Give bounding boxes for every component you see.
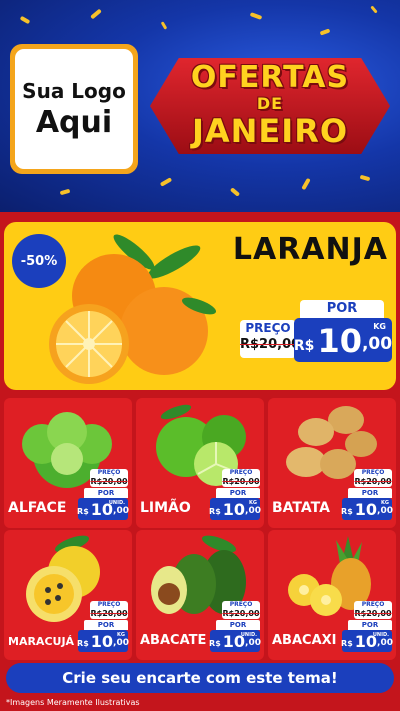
- confetti: [59, 188, 71, 196]
- confetti: [249, 12, 263, 20]
- price-decimal: ,00: [377, 638, 393, 648]
- preco-label: PREÇO: [245, 321, 291, 335]
- old-price-tag: PREÇO R$20,00: [90, 469, 128, 487]
- offer-title-badge: OFERTAS DE JANEIRO: [150, 52, 390, 162]
- logo-text-line1: Sua Logo: [22, 78, 126, 103]
- preco-label: PREÇO: [229, 469, 253, 476]
- price-unit: UNID.: [108, 500, 125, 506]
- title-line2: DE: [256, 94, 284, 113]
- product-card-maracuja[interactable]: MARACUJÁ PREÇO R$20,00 POR R$ 10 ,00 KG: [4, 530, 132, 660]
- price-unit: UNID.: [240, 632, 257, 638]
- price-integer: 10: [222, 500, 246, 519]
- price-unit: UNID.: [372, 632, 389, 638]
- price-decimal: ,00: [245, 506, 261, 516]
- old-price-tag: PREÇO R$20,00: [354, 469, 392, 487]
- confetti: [359, 174, 371, 182]
- price-integer: 10: [317, 322, 362, 360]
- old-price: R$20,00: [354, 609, 392, 618]
- por-label: POR: [84, 620, 128, 630]
- title-line3: JANEIRO: [191, 112, 349, 150]
- title-line1: OFERTAS: [190, 60, 350, 95]
- confetti: [229, 187, 241, 197]
- product-name: ABACAXI: [272, 633, 337, 648]
- preco-label: PREÇO: [97, 601, 121, 608]
- price-unit: KG: [249, 500, 257, 506]
- orange-image: [49, 234, 217, 384]
- confetti: [19, 15, 31, 25]
- price-decimal: ,00: [361, 334, 393, 354]
- price-decimal: ,00: [245, 638, 261, 648]
- new-price-tag: R$ 10 ,00 KG: [77, 630, 129, 652]
- old-price: R$20,00: [354, 477, 392, 486]
- product-name: BATATA: [272, 500, 330, 516]
- confetti: [90, 8, 102, 20]
- confetti: [159, 177, 173, 187]
- price-unit: KG: [373, 322, 386, 331]
- por-label: POR: [84, 488, 128, 498]
- product-card-alface[interactable]: ALFACE PREÇO R$20,00 POR R$ 10 ,00 UNID.: [4, 398, 132, 528]
- currency: R$: [293, 338, 315, 354]
- currency: R$: [209, 507, 221, 516]
- old-price-tag: PREÇO R$20,00: [222, 469, 260, 487]
- header-banner: Sua Logo Aqui OFERTAS DE JANEIRO: [0, 0, 400, 212]
- old-price: R$20,00: [222, 477, 260, 486]
- new-price-tag: R$ 10 ,00 KG: [341, 498, 393, 520]
- confetti: [319, 28, 331, 36]
- confetti: [301, 177, 311, 191]
- currency: R$: [77, 639, 89, 648]
- disclaimer-text: *Imagens Meramente Ilustrativas: [6, 698, 140, 707]
- por-label: POR: [348, 488, 392, 498]
- old-price-tag: PREÇO R$20,00: [354, 601, 392, 619]
- product-card-batata[interactable]: BATATA PREÇO R$20,00 POR R$ 10 ,00 KG: [268, 398, 396, 528]
- old-price: R$20,00: [222, 609, 260, 618]
- product-name: ALFACE: [8, 500, 67, 516]
- price-integer: 10: [90, 632, 114, 651]
- old-price-tag: PREÇO R$20,00: [90, 601, 128, 619]
- price-decimal: ,00: [377, 506, 393, 516]
- new-price-tag: R$ 10 ,00 UNID.: [77, 498, 129, 520]
- currency: R$: [341, 639, 353, 648]
- price-unit: KG: [117, 632, 125, 638]
- product-card-limao[interactable]: LIMÃO PREÇO R$20,00 POR R$ 10 ,00 KG: [136, 398, 264, 528]
- new-price-tag: R$ 10 ,00 KG: [294, 318, 392, 362]
- currency: R$: [341, 507, 353, 516]
- preco-label: PREÇO: [229, 601, 253, 608]
- preco-label: PREÇO: [361, 469, 385, 476]
- por-label: POR: [216, 620, 260, 630]
- product-card-abacate[interactable]: ABACATE PREÇO R$20,00 POR R$ 10 ,00 UNID…: [136, 530, 264, 660]
- logo-placeholder[interactable]: Sua Logo Aqui: [10, 44, 138, 174]
- price-integer: 10: [354, 500, 378, 519]
- old-price-tag: PREÇO R$20,00: [222, 601, 260, 619]
- new-price-tag: R$ 10 ,00 UNID.: [341, 630, 393, 652]
- create-flyer-button[interactable]: Crie seu encarte com este tema!: [6, 663, 394, 693]
- product-name: ABACATE: [140, 633, 207, 648]
- por-label: POR: [216, 488, 260, 498]
- price-decimal: ,00: [113, 638, 129, 648]
- featured-product-card[interactable]: -50% LARANJA POR PREÇO R$20,00 R$ 10 ,00…: [4, 222, 396, 390]
- old-price: R$20,00: [240, 337, 301, 352]
- featured-product-name: LARANJA: [232, 232, 388, 267]
- price-decimal: ,00: [113, 506, 129, 516]
- price-unit: KG: [381, 500, 389, 506]
- new-price-tag: R$ 10 ,00 UNID.: [209, 630, 261, 652]
- new-price-tag: R$ 10 ,00 KG: [209, 498, 261, 520]
- currency: R$: [209, 639, 221, 648]
- confetti: [160, 21, 168, 30]
- logo-text-line2: Aqui: [35, 104, 113, 140]
- old-price-tag: PREÇO R$20,00: [240, 320, 301, 358]
- preco-label: PREÇO: [97, 469, 121, 476]
- preco-label: PREÇO: [361, 601, 385, 608]
- product-name: LIMÃO: [140, 500, 191, 516]
- por-label: POR: [300, 300, 384, 318]
- por-label: POR: [348, 620, 392, 630]
- old-price: R$20,00: [90, 609, 128, 618]
- currency: R$: [77, 507, 89, 516]
- product-name: MARACUJÁ: [8, 635, 75, 648]
- confetti: [370, 5, 378, 14]
- product-card-abacaxi[interactable]: ABACAXI PREÇO R$20,00 POR R$ 10 ,00 UNID…: [268, 530, 396, 660]
- old-price: R$20,00: [90, 477, 128, 486]
